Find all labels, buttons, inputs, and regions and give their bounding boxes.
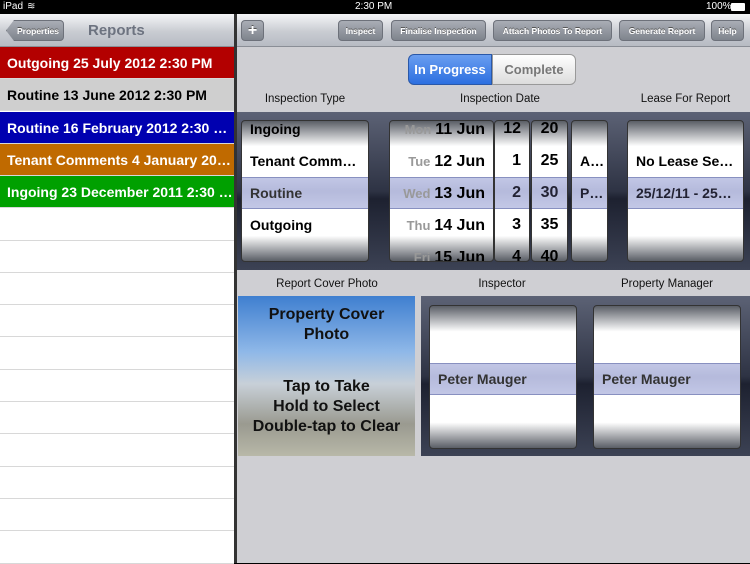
back-button-properties[interactable]: Properties bbox=[6, 20, 64, 41]
cover-photo-label: Report Cover Photo bbox=[276, 278, 378, 290]
inspect-button[interactable]: Inspect bbox=[338, 20, 383, 41]
weekday: Fri bbox=[413, 250, 431, 262]
help-button[interactable]: Help bbox=[711, 20, 744, 41]
lease-picker[interactable]: No Lease Selected25/12/11 - 25/12/12 bbox=[627, 120, 744, 262]
cover-hint-tap: Tap to Take bbox=[283, 378, 370, 395]
picker-option[interactable]: Wed 13 Jun bbox=[390, 177, 493, 209]
date-day-picker[interactable]: Mon 11 Jun Tue 12 Jun Wed 13 Jun Thu 14 Jun… bbox=[389, 120, 494, 262]
reports-list: Outgoing 25 July 2012 2:30 PM Routine 13 … bbox=[0, 47, 234, 564]
left-nav-bar: Properties Reports bbox=[0, 14, 234, 47]
property-manager-picker[interactable]: Peter Mauger bbox=[593, 305, 741, 449]
report-list-item[interactable]: Tenant Comments 4 January 2012 2:30 PM bbox=[0, 143, 234, 176]
picker-option[interactable]: Tenant Comments bbox=[242, 145, 368, 177]
picker-option[interactable]: PM bbox=[572, 177, 607, 209]
generate-report-button[interactable]: Generate Report bbox=[619, 20, 705, 41]
report-list-item[interactable]: Outgoing 25 July 2012 2:30 PM bbox=[0, 47, 234, 79]
picker-option[interactable]: Routine bbox=[242, 177, 368, 209]
tab-complete[interactable]: Complete bbox=[492, 54, 576, 85]
battery-level: 100% bbox=[706, 1, 732, 12]
weekday: Wed bbox=[403, 186, 431, 201]
picker-option[interactable]: 12 bbox=[495, 121, 529, 145]
empty-list-row bbox=[0, 370, 234, 402]
picker-option[interactable]: 4 bbox=[495, 241, 529, 261]
inspection-type-picker[interactable]: Ingoing Tenant Comments Routine Outgoing bbox=[241, 120, 369, 262]
weekday: Thu bbox=[406, 218, 431, 233]
date: 15 Jun bbox=[434, 249, 485, 262]
inspector-picker[interactable]: Peter Mauger bbox=[429, 305, 577, 449]
cover-photo[interactable]: Property Cover Photo Tap to Take Hold to… bbox=[238, 296, 415, 456]
inspection-date-label: Inspection Date bbox=[460, 93, 540, 105]
hour-picker[interactable]: 12 1 2 3 4 bbox=[494, 120, 530, 262]
empty-list-row bbox=[0, 467, 234, 499]
picker-option[interactable]: Outgoing bbox=[242, 209, 368, 241]
picker-option[interactable]: Thu 14 Jun bbox=[390, 209, 493, 241]
picker-option[interactable]: Peter Mauger bbox=[430, 363, 576, 395]
battery-icon bbox=[731, 3, 745, 11]
empty-list-row bbox=[0, 273, 234, 306]
picker-option[interactable]: 40 bbox=[532, 241, 567, 261]
picker-option[interactable]: Ingoing bbox=[242, 121, 368, 145]
empty-list-row bbox=[0, 338, 234, 370]
empty-list-row bbox=[0, 499, 234, 532]
cover-photo-title: Property Cover Photo bbox=[268, 306, 385, 343]
picker-option[interactable]: 35 bbox=[532, 209, 567, 241]
date: 11 Jun bbox=[435, 121, 485, 138]
picker-option[interactable]: 2 bbox=[495, 177, 529, 209]
date: 13 Jun bbox=[434, 185, 485, 202]
property-manager-label: Property Manager bbox=[620, 278, 714, 290]
clock: 2:30 PM bbox=[355, 1, 393, 12]
report-list-item[interactable]: Routine 16 February 2012 2:30 PM bbox=[0, 111, 234, 144]
picker-option[interactable]: 25/12/11 - 25/12/12 bbox=[628, 177, 743, 209]
picker-option[interactable]: 20 bbox=[532, 121, 567, 145]
device-name: iPad bbox=[3, 1, 24, 12]
weekday: Mon bbox=[404, 122, 432, 137]
picker-option[interactable]: 30 bbox=[532, 177, 567, 209]
ampm-picker[interactable]: AM PM bbox=[571, 120, 608, 262]
cover-hint-double-tap: Double-tap to Clear bbox=[252, 418, 401, 435]
empty-list-row bbox=[0, 402, 234, 435]
picker-option[interactable]: Peter Mauger bbox=[594, 363, 740, 395]
empty-list-row bbox=[0, 241, 234, 273]
status-bar: iPad ≋ 2:30 PM 100% bbox=[0, 0, 750, 14]
cover-hint-hold: Hold to Select bbox=[273, 398, 380, 415]
report-list-item[interactable]: Ingoing 23 December 2011 2:30 PM bbox=[0, 176, 234, 209]
empty-list-row bbox=[0, 435, 234, 467]
add-button[interactable]: + bbox=[241, 20, 264, 41]
date: 12 Jun bbox=[434, 153, 485, 170]
tab-in-progress[interactable]: In Progress bbox=[408, 54, 492, 85]
picker-option[interactable]: Mon 11 Jun bbox=[390, 121, 493, 145]
picker-option[interactable]: Tue 12 Jun bbox=[390, 145, 493, 177]
inspector-label: Inspector bbox=[478, 278, 526, 290]
inspection-type-label: Inspection Type bbox=[264, 93, 346, 105]
empty-list-row bbox=[0, 532, 234, 564]
picker-option[interactable]: Fri 15 Jun bbox=[390, 241, 493, 262]
picker-option[interactable]: 25 bbox=[532, 145, 567, 177]
report-list-item[interactable]: Routine 13 June 2012 2:30 PM bbox=[0, 79, 234, 112]
minute-picker[interactable]: 20 25 30 35 40 bbox=[531, 120, 568, 262]
report-detail: In Progress Complete Inspection Type Ins… bbox=[237, 47, 750, 563]
empty-list-row bbox=[0, 209, 234, 241]
toolbar: + Inspect Finalise Inspection Attach Pho… bbox=[237, 14, 750, 47]
picker-option[interactable]: 1 bbox=[495, 145, 529, 177]
picker-option[interactable]: AM bbox=[572, 145, 607, 177]
empty-list-row bbox=[0, 305, 234, 338]
finalise-inspection-button[interactable]: Finalise Inspection bbox=[391, 20, 486, 41]
weekday: Tue bbox=[408, 154, 431, 169]
attach-photos-button[interactable]: Attach Photos To Report bbox=[493, 20, 612, 41]
lease-label: Lease For Report bbox=[640, 93, 731, 105]
picker-option[interactable]: 3 bbox=[495, 209, 529, 241]
picker-option[interactable]: No Lease Selected bbox=[628, 145, 743, 177]
wifi-icon: ≋ bbox=[27, 1, 36, 12]
page-title: Reports bbox=[88, 22, 145, 39]
date: 14 Jun bbox=[434, 217, 485, 234]
